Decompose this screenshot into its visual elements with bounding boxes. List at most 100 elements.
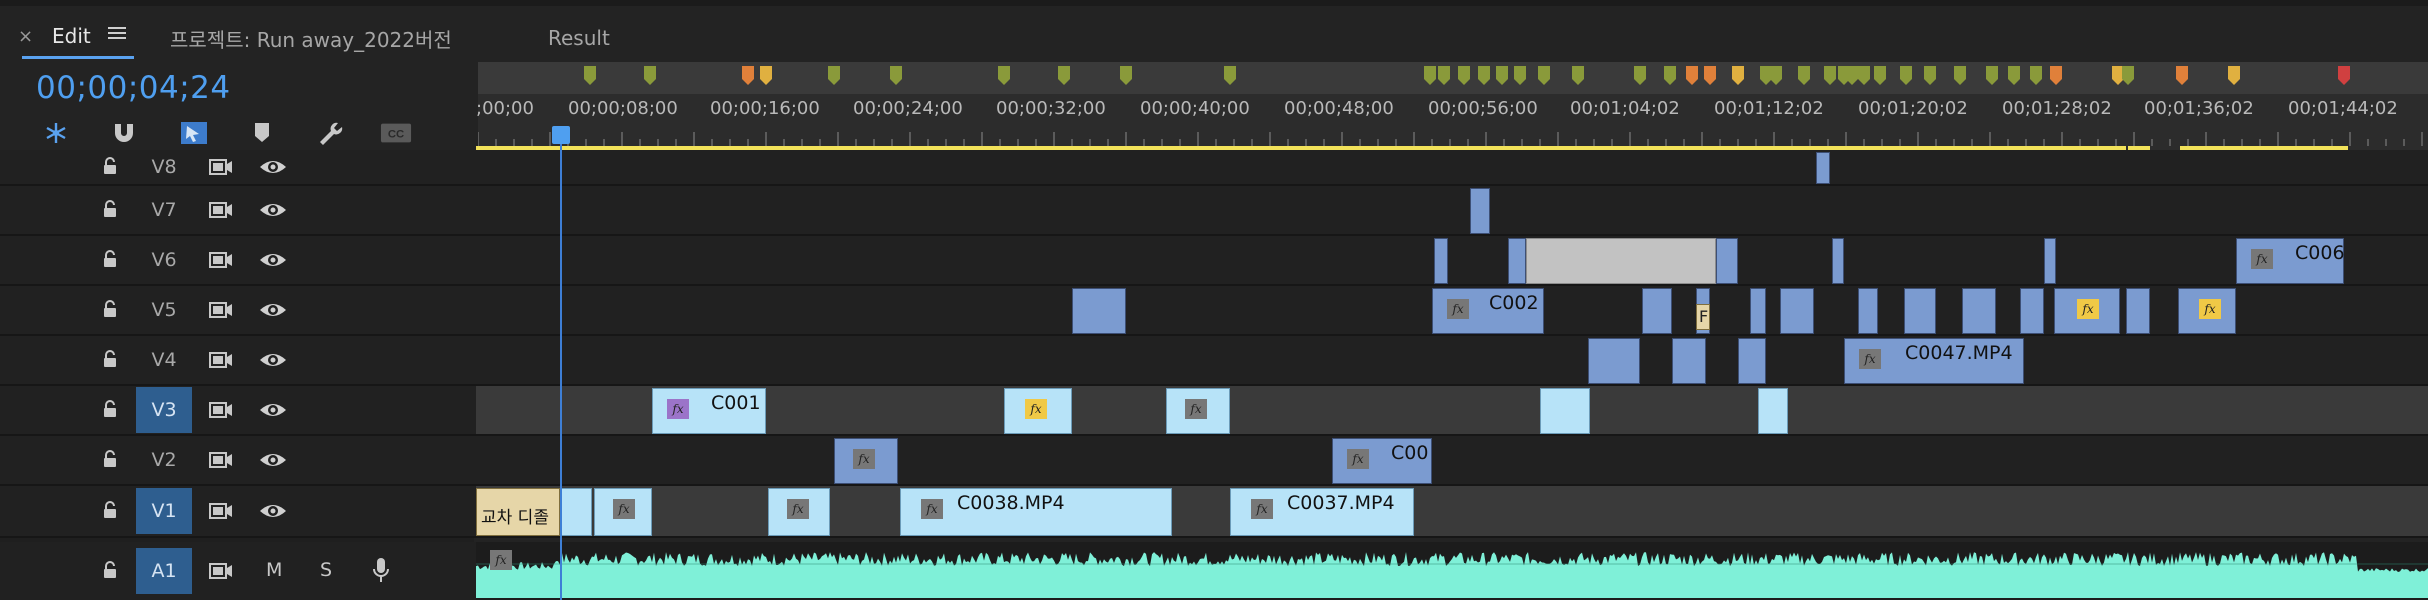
lane-V8[interactable] (476, 150, 2428, 184)
track-header-V5[interactable] (0, 286, 476, 334)
sync-lock-icon[interactable] (208, 451, 234, 469)
timeline-marker[interactable] (2176, 66, 2188, 86)
panel-menu-icon[interactable] (108, 24, 126, 40)
clip[interactable] (1588, 338, 1640, 384)
timeline-marker[interactable] (890, 66, 902, 86)
clip-fx[interactable]: fx (2178, 288, 2236, 334)
timeline-marker[interactable] (1478, 66, 1490, 86)
timeline-marker[interactable] (1732, 66, 1744, 86)
lock-icon[interactable] (102, 400, 118, 418)
clip[interactable] (1508, 238, 1526, 284)
timeline-marker[interactable] (1924, 66, 1936, 86)
clip-c0037[interactable]: fx C0037.MP4 (1230, 488, 1414, 536)
microphone-icon[interactable] (372, 557, 390, 587)
lock-icon[interactable] (102, 350, 118, 368)
timeline-marker[interactable] (2228, 66, 2240, 86)
track-header-V4[interactable] (0, 336, 476, 384)
captions-icon[interactable]: CC (380, 118, 412, 148)
eye-icon[interactable] (258, 451, 288, 469)
clip[interactable] (1470, 188, 1490, 234)
timeline-marker[interactable] (1120, 66, 1132, 86)
eye-icon[interactable] (258, 351, 288, 369)
timeline-marker[interactable] (1954, 66, 1966, 86)
lock-icon[interactable] (102, 450, 118, 468)
track-header-A1[interactable] (0, 542, 476, 600)
clip-c002[interactable]: fx C002 (1432, 288, 1544, 334)
timeline-marker[interactable] (760, 66, 772, 86)
timeline-marker[interactable] (1634, 66, 1646, 86)
track-label-A1[interactable]: A1 (136, 548, 192, 594)
track-label-V8[interactable]: V8 (136, 144, 192, 190)
track-label-V7[interactable]: V7 (136, 187, 192, 233)
clip-fx[interactable]: fx (594, 488, 652, 536)
lock-icon[interactable] (102, 157, 118, 175)
playhead-timecode[interactable]: 00;00;04;24 (36, 70, 231, 106)
timeline-marker[interactable] (1874, 66, 1886, 86)
track-header-V2[interactable] (0, 436, 476, 484)
clip-fx[interactable]: fx (768, 488, 830, 536)
clip[interactable] (1716, 238, 1738, 284)
clip-c0038[interactable]: fx C0038.MP4 (900, 488, 1172, 536)
timeline-marker[interactable] (1858, 66, 1870, 86)
clip[interactable] (1672, 338, 1706, 384)
clip[interactable] (1962, 288, 1996, 334)
timeline-marker[interactable] (1664, 66, 1676, 86)
clip[interactable] (1738, 338, 1766, 384)
track-header-V7[interactable] (0, 186, 476, 234)
clip-fx[interactable]: fx (1004, 388, 1072, 434)
lock-icon[interactable] (102, 200, 118, 218)
clip[interactable] (1072, 288, 1126, 334)
timeline-marker[interactable] (742, 66, 754, 86)
solo-button[interactable]: S (320, 559, 332, 581)
clip[interactable] (1780, 288, 1814, 334)
timeline-marker[interactable] (1686, 66, 1698, 86)
timeline-marker[interactable] (1986, 66, 1998, 86)
eye-icon[interactable] (258, 401, 288, 419)
track-label-V4[interactable]: V4 (136, 337, 192, 383)
lock-icon[interactable] (102, 501, 118, 519)
clip-c001[interactable]: fx C001 (652, 388, 766, 434)
track-label-V6[interactable]: V6 (136, 237, 192, 283)
close-tab-icon[interactable]: × (18, 26, 33, 47)
clip[interactable] (1434, 238, 1448, 284)
sync-lock-icon[interactable] (208, 562, 234, 580)
track-label-V3[interactable]: V3 (136, 387, 192, 433)
track-header-V3[interactable] (0, 386, 476, 434)
clip-tan[interactable]: F (1696, 304, 1710, 330)
clip[interactable] (1816, 152, 1830, 184)
sync-lock-icon[interactable] (208, 158, 234, 176)
sync-lock-icon[interactable] (208, 201, 234, 219)
audio-waveform[interactable] (476, 544, 2428, 598)
track-header-V8[interactable] (0, 150, 476, 184)
timeline-marker[interactable] (644, 66, 656, 86)
timeline-marker[interactable] (2050, 66, 2062, 86)
timeline-marker[interactable] (2122, 66, 2134, 86)
timeline-marker[interactable] (1496, 66, 1508, 86)
timeline-marker[interactable] (1824, 66, 1836, 86)
sync-lock-icon[interactable] (208, 351, 234, 369)
track-header-V1[interactable] (0, 486, 476, 536)
clip[interactable] (1540, 388, 1590, 434)
timeline-marker[interactable] (1224, 66, 1236, 86)
eye-icon[interactable] (258, 201, 288, 219)
timeline-marker[interactable] (1538, 66, 1550, 86)
marker-strip[interactable] (478, 62, 2428, 94)
timeline-marker[interactable] (998, 66, 1010, 86)
timeline-marker[interactable] (1458, 66, 1470, 86)
clip[interactable] (1758, 388, 1788, 434)
clip[interactable] (2126, 288, 2150, 334)
clip[interactable] (1904, 288, 1936, 334)
tab-result[interactable]: Result (548, 26, 610, 50)
timeline-marker[interactable] (2338, 66, 2350, 86)
eye-icon[interactable] (258, 158, 288, 176)
lane-V7[interactable] (476, 186, 2428, 234)
sync-lock-icon[interactable] (208, 301, 234, 319)
timeline-marker[interactable] (2030, 66, 2042, 86)
timeline-marker[interactable] (2008, 66, 2020, 86)
mute-button[interactable]: M (266, 559, 282, 581)
playhead-line[interactable] (560, 128, 562, 600)
lock-icon[interactable] (102, 561, 118, 579)
snap-nest-icon[interactable] (40, 118, 72, 148)
timeline-marker[interactable] (1514, 66, 1526, 86)
eye-icon[interactable] (258, 301, 288, 319)
